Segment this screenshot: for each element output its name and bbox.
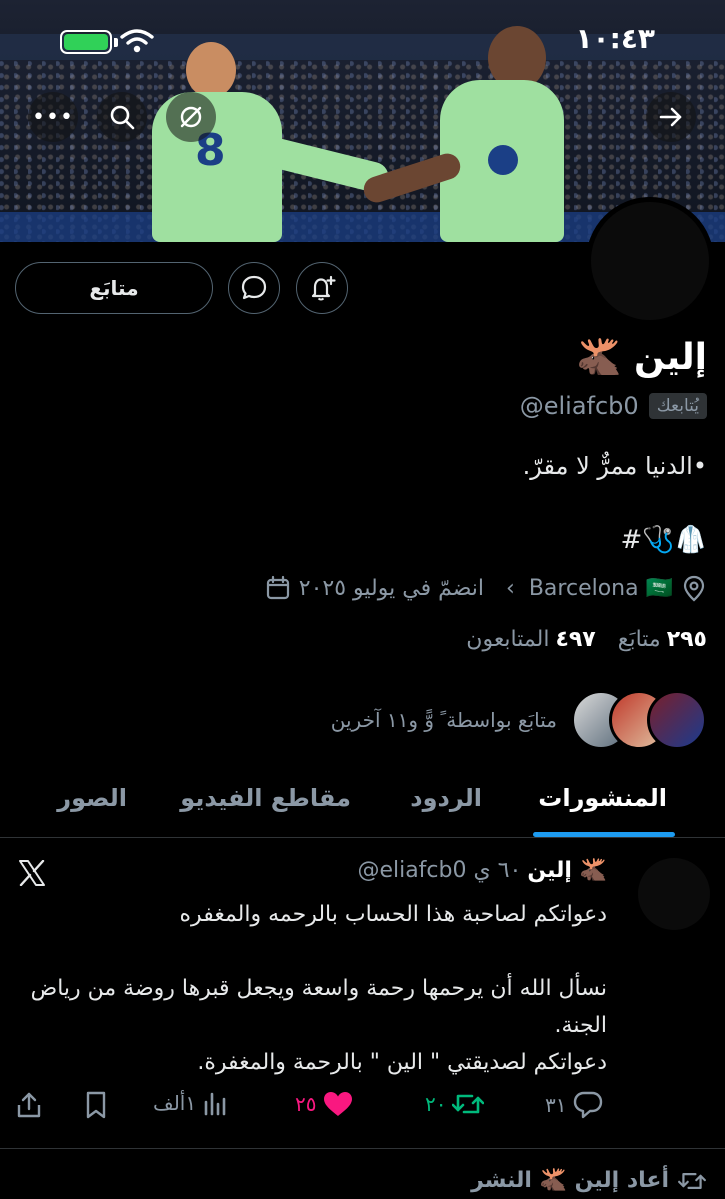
views-count: ١ألف <box>153 1091 197 1115</box>
following-count: ٢٩٥ <box>666 627 707 652</box>
analytics-icon <box>204 1092 226 1116</box>
following-label: متابَع <box>617 627 661 652</box>
location-pin-icon <box>683 575 705 602</box>
post-text: دعواتكم لصاحبة هذا الحساب بالرحمه والمغف… <box>30 902 607 1075</box>
active-tab-indicator <box>533 832 675 837</box>
tab-replies[interactable]: الردود <box>410 784 482 812</box>
followed-by-text: متابَع بواسطة ً وًّ و١١ آخرين <box>330 708 557 732</box>
reply-button[interactable]: ٣١ <box>545 1090 604 1120</box>
battery-nub <box>114 38 118 47</box>
following-button-label: متابَع <box>89 276 139 300</box>
bookmark-icon <box>86 1091 106 1119</box>
follow-counts: ٢٩٥ متابَع ٤٩٧ المتابعون <box>466 627 707 652</box>
followed-by-row[interactable]: متابَع بواسطة ً وًّ و١١ آخرين <box>331 690 707 750</box>
reply-count: ٣١ <box>545 1093 567 1117</box>
mutual-avatar <box>647 690 707 750</box>
banner-sponsor-logo <box>488 145 518 175</box>
post-handle-time: @eliafcb0 ٦٠ ي <box>357 858 522 883</box>
share-icon <box>17 1092 41 1118</box>
profile-avatar[interactable] <box>586 197 714 325</box>
message-bubble-icon <box>241 275 267 300</box>
repost-button[interactable]: ٢٠ <box>425 1090 485 1118</box>
views-button[interactable]: ١ألف <box>153 1090 228 1116</box>
more-options-button[interactable]: ••• <box>28 92 78 142</box>
profile-meta: Barcelona 🇸🇦 ‹ انضمّ في يوليو ٢٠٢٥ <box>265 574 707 602</box>
reply-icon <box>574 1091 603 1119</box>
post-avatar[interactable] <box>638 858 710 930</box>
wifi-icon <box>120 29 154 53</box>
followers-count-link[interactable]: ٤٩٧ المتابعون <box>466 627 595 652</box>
grok-button[interactable] <box>166 92 216 142</box>
search-button[interactable] <box>97 92 147 142</box>
post-author-name[interactable]: إلين 🫎 <box>527 858 607 883</box>
arrow-right-icon <box>659 107 682 127</box>
x-logo-icon <box>19 860 45 886</box>
followers-label: المتابعون <box>466 627 550 652</box>
chevron-left-icon: ‹ <box>506 575 515 601</box>
share-button[interactable] <box>15 1090 43 1120</box>
bookmark-button[interactable] <box>83 1090 109 1120</box>
followers-count: ٤٩٧ <box>555 627 596 652</box>
profile-tabs: المنشورات الردود مقاطع الفيديو الصور <box>0 770 725 838</box>
battery-icon <box>60 30 112 54</box>
like-button[interactable]: ٢٥ <box>295 1090 354 1118</box>
repost-icon <box>452 1094 485 1114</box>
following-count-link[interactable]: ٢٩٥ متابَع <box>618 627 707 652</box>
reposted-indicator: أعاد إلين 🫎 النشر <box>471 1168 707 1193</box>
bio-line-2: #🩺🥼 <box>620 525 707 555</box>
location-text: Barcelona 🇸🇦 <box>528 575 673 601</box>
handle-row: @eliafcb0 يُتابعك <box>520 392 707 420</box>
bell-plus-icon <box>311 275 336 301</box>
calendar-icon <box>266 575 289 600</box>
joined-date: انضمّ في يوليو ٢٠٢٥ <box>298 575 485 601</box>
tab-posts[interactable]: المنشورات <box>538 784 667 812</box>
post-divider <box>0 1148 725 1149</box>
notify-button[interactable] <box>296 262 348 314</box>
mutual-avatars <box>571 690 707 750</box>
grok-icon <box>180 106 202 128</box>
reposted-by-text: أعاد إلين 🫎 النشر <box>471 1168 669 1193</box>
back-button[interactable] <box>646 92 696 142</box>
tab-videos[interactable]: مقاطع الفيديو <box>180 784 351 812</box>
following-button[interactable]: متابَع <box>15 262 213 314</box>
search-icon <box>110 105 135 130</box>
bio-line-1: •الدنيا ممرٌّ لا مقرّ. <box>522 452 707 480</box>
message-button[interactable] <box>228 262 280 314</box>
follows-you-badge: يُتابعك <box>648 393 707 419</box>
status-time: ١٠:٤٣ <box>575 22 655 55</box>
repost-icon <box>678 1172 706 1189</box>
banner-player-left-head <box>186 42 236 98</box>
post-header: إلين 🫎 @eliafcb0 ٦٠ ي <box>357 858 607 883</box>
post-actions: ١ألف ٢٥ ٢٠ ٣١ <box>15 1090 625 1126</box>
like-count: ٢٥ <box>295 1092 317 1116</box>
more-icon: ••• <box>32 104 74 130</box>
profile-handle: @eliafcb0 <box>519 392 639 420</box>
heart-filled-icon <box>324 1092 353 1116</box>
tab-photos[interactable]: الصور <box>57 784 127 812</box>
repost-count: ٢٠ <box>425 1092 447 1116</box>
profile-name: إلين 🫎 <box>576 337 707 378</box>
